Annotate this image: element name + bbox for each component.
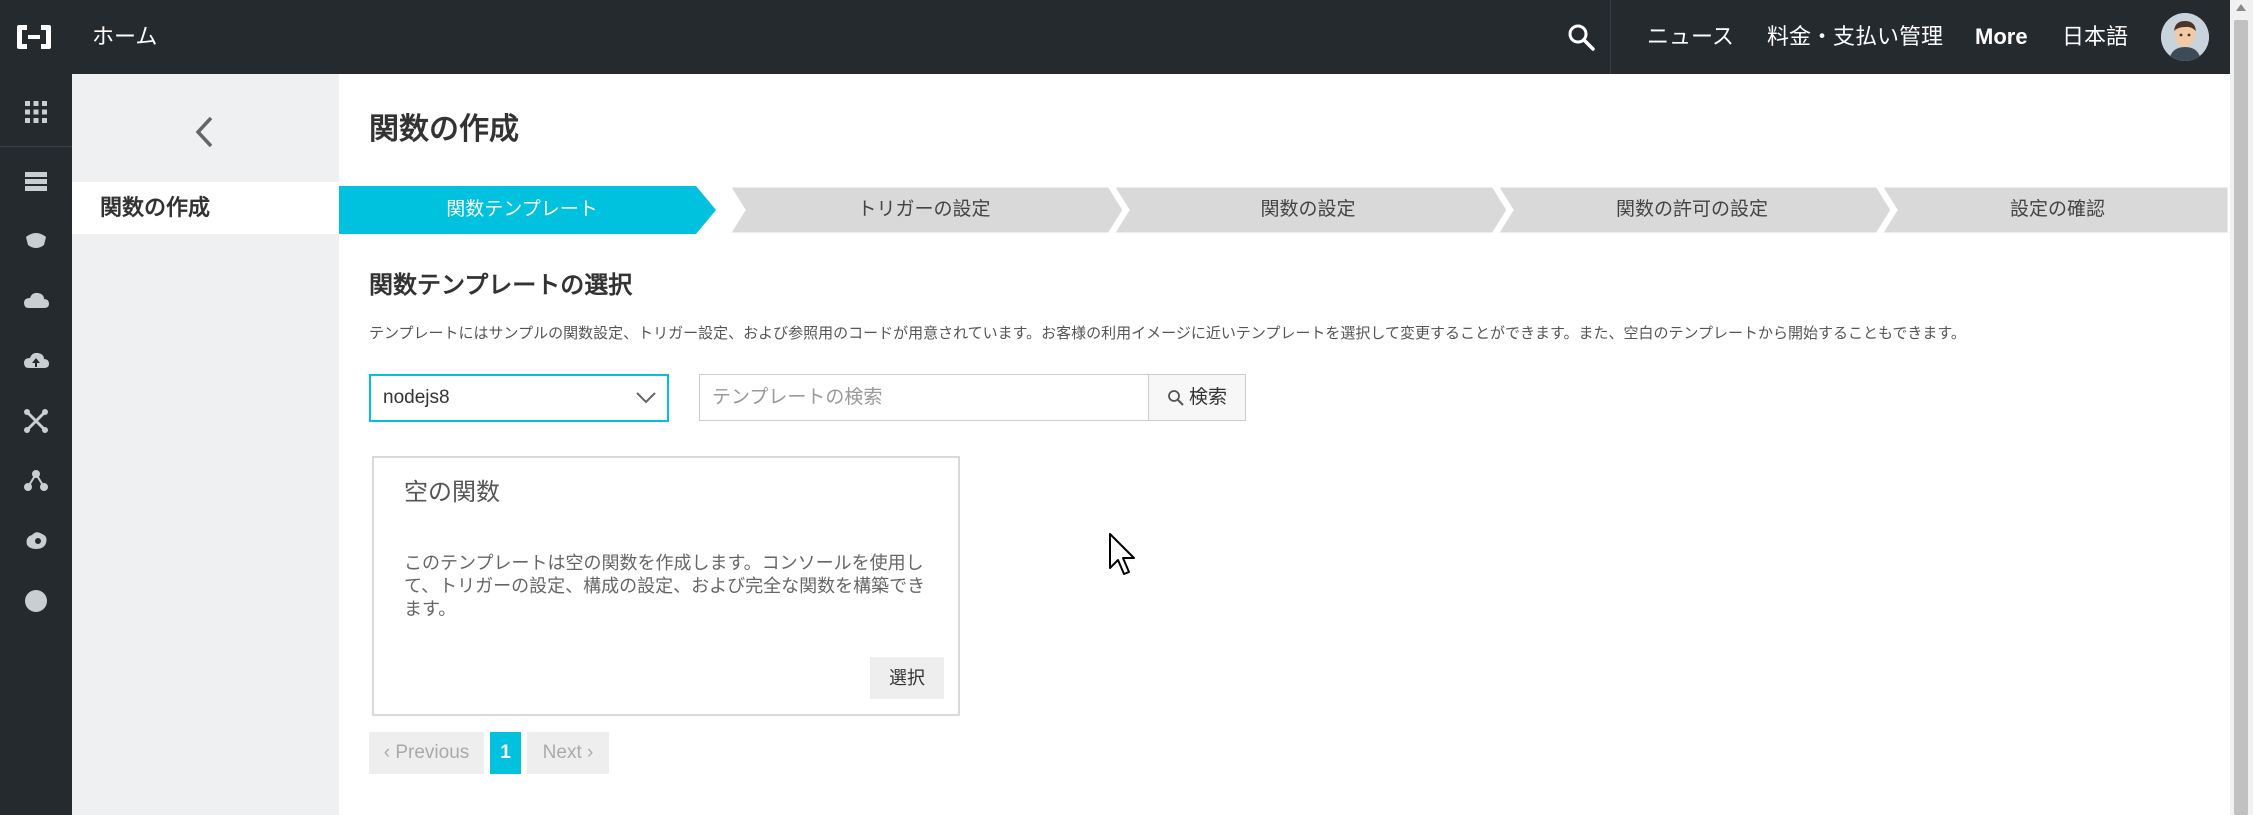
iconbar-divider [0, 146, 72, 147]
step-trigger-settings[interactable]: トリガーの設定 [734, 186, 1114, 234]
template-card-title: 空の関数 [404, 479, 500, 506]
nav-language[interactable]: 日本語 [2062, 0, 2128, 74]
scrollbar-thumb[interactable] [2234, 20, 2248, 815]
topbar-divider [1610, 0, 1611, 74]
runtime-select[interactable]: nodejs8 [369, 374, 669, 422]
pagination-next[interactable]: Next › [527, 732, 609, 774]
chevron-left-icon[interactable] [190, 112, 220, 152]
avatar[interactable] [2161, 13, 2209, 61]
nav-news[interactable]: ニュース [1647, 0, 1734, 74]
wizard-steps: 関数テンプレート トリガーの設定 関数の設定 関数の許可の設定 設定の確認 [339, 186, 2229, 234]
chevron-left-icon: ‹ [383, 742, 391, 763]
user-avatar-icon [2161, 13, 2209, 61]
secondary-sidebar: 関数の作成 [72, 74, 339, 815]
section-title: 関数テンプレートの選択 [369, 272, 633, 299]
pagination-previous[interactable]: ‹ Previous [369, 732, 484, 774]
template-card-description: このテンプレートは空の関数を作成します。コンソールを使用して、トリガーの設定、構… [404, 553, 926, 619]
page-title: 関数の作成 [369, 113, 519, 146]
scroll-up-arrow-icon[interactable] [2236, 4, 2246, 11]
select-template-button[interactable]: 選択 [870, 657, 944, 699]
section-description: テンプレートにはサンプルの関数設定、トリガー設定、および参照用のコードが用意され… [369, 325, 1966, 342]
step-function-template[interactable]: 関数テンプレート [339, 186, 705, 234]
product-icon-sidebar [0, 74, 72, 815]
step-function-settings[interactable]: 関数の設定 [1118, 186, 1498, 234]
chevron-down-icon [636, 392, 656, 404]
home-link[interactable]: ホーム [92, 0, 157, 74]
nav-more[interactable]: More [1975, 0, 2028, 74]
search-icon [1168, 390, 1184, 406]
template-search-input[interactable] [699, 374, 1149, 421]
cloud-logo-icon[interactable] [15, 21, 53, 53]
step-confirm-settings[interactable]: 設定の確認 [1886, 186, 2229, 234]
sidebar-item-create-function[interactable]: 関数の作成 [72, 182, 339, 234]
search-button[interactable]: 検索 [1148, 374, 1246, 421]
circle-icon[interactable] [22, 587, 50, 615]
step-permission-settings[interactable]: 関数の許可の設定 [1502, 186, 1882, 234]
pagination-previous-label: Previous [395, 742, 470, 763]
apps-grid-icon[interactable] [22, 98, 50, 126]
pagination-next-label: Next [542, 742, 582, 763]
cloud-upload-icon[interactable] [22, 347, 50, 375]
vertical-scrollbar[interactable] [2230, 0, 2253, 815]
nav-billing[interactable]: 料金・支払い管理 [1767, 0, 1943, 74]
top-navigation-bar: ホーム ニュース 料金・支払い管理 More 日本語 [0, 0, 2253, 74]
search-icon[interactable] [1566, 22, 1596, 52]
pagination-current-page[interactable]: 1 [490, 732, 521, 774]
cloud-icon[interactable] [22, 287, 50, 315]
server-list-icon[interactable] [22, 167, 50, 195]
runtime-select-value: nodejs8 [383, 387, 450, 408]
mouse-cursor-icon [1109, 533, 1135, 575]
chevron-right-icon: › [587, 742, 594, 763]
cluster-icon[interactable] [22, 467, 50, 495]
template-card: 空の関数 このテンプレートは空の関数を作成します。コンソールを使用して、トリガー… [372, 456, 960, 716]
database-icon[interactable] [22, 227, 50, 255]
search-button-label: 検索 [1188, 387, 1227, 408]
function-compute-icon[interactable] [22, 527, 50, 555]
network-icon[interactable] [22, 407, 50, 435]
